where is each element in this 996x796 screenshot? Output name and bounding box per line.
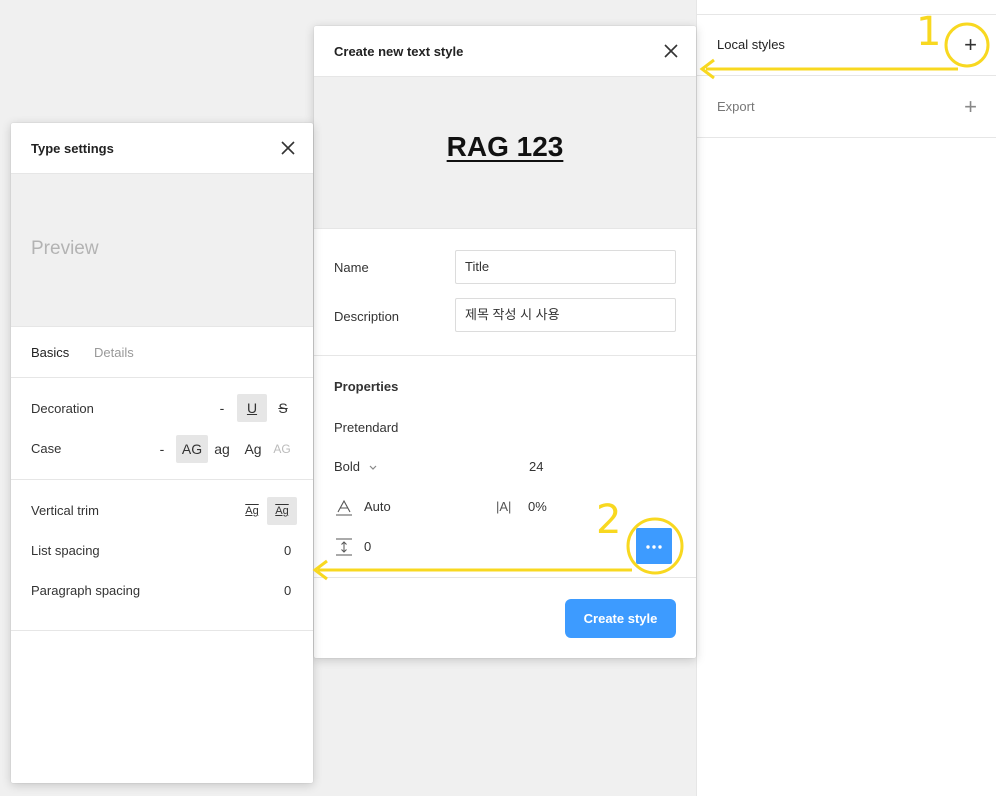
font-weight-value: Bold — [334, 459, 361, 474]
dialog-header: Type settings — [11, 123, 313, 174]
decoration-underline-option[interactable]: U — [237, 394, 267, 422]
paragraph-spacing-input[interactable]: 0 — [284, 583, 291, 598]
case-lowercase-option[interactable]: ag — [211, 435, 233, 463]
letter-spacing-icon: |A| — [496, 499, 512, 514]
description-row: Description 제목 작성 시 사용 — [334, 298, 676, 334]
annotation-step-2: 2 — [596, 497, 622, 543]
section-divider — [314, 355, 696, 356]
close-icon[interactable] — [662, 42, 680, 60]
description-input[interactable]: 제목 작성 시 사용 — [455, 298, 676, 332]
section-divider — [11, 479, 313, 480]
paragraph-spacing-input[interactable]: 0 — [364, 539, 371, 554]
dialog-header: Create new text style — [314, 26, 696, 77]
decoration-strikethrough-option[interactable]: S — [272, 394, 294, 422]
export-label: Export — [717, 99, 755, 114]
line-height-input[interactable]: Auto — [364, 499, 391, 514]
create-text-style-dialog: Create new text style RAG 123 Name Title… — [314, 26, 696, 658]
case-uppercase-option[interactable]: AG — [176, 435, 208, 463]
case-label: Case — [31, 441, 62, 456]
close-icon[interactable] — [279, 139, 297, 157]
create-style-button[interactable]: Create style — [565, 599, 676, 638]
section-divider — [11, 630, 313, 631]
list-spacing-label: List spacing — [31, 543, 100, 558]
font-size-input[interactable]: 24 — [529, 459, 543, 474]
chevron-down-icon — [369, 465, 377, 470]
decoration-label: Decoration — [31, 401, 94, 416]
more-icon — [646, 544, 662, 549]
annotation-step-1: 1 — [916, 9, 942, 55]
add-local-style-icon[interactable]: + — [964, 14, 977, 76]
tab-basics[interactable]: Basics — [31, 345, 69, 360]
type-settings-dialog: Type settings Preview Basics Details Dec… — [11, 123, 313, 783]
paragraph-spacing-icon — [334, 537, 354, 557]
preview-text: RAG 123 — [446, 131, 564, 162]
paragraph-spacing-label: Paragraph spacing — [31, 583, 141, 598]
name-row: Name Title — [334, 250, 676, 286]
right-properties-panel: Local styles + Export + — [696, 0, 996, 796]
letter-spacing-input[interactable]: 0% — [528, 499, 547, 514]
description-label: Description — [334, 309, 400, 324]
case-small-caps-option[interactable]: AG — [270, 435, 294, 463]
name-label: Name — [334, 260, 369, 275]
vertical-trim-label: Vertical trim — [31, 503, 99, 518]
line-height-icon — [334, 498, 354, 516]
case-none-option[interactable]: - — [154, 435, 170, 463]
dialog-title: Type settings — [31, 141, 114, 156]
add-export-icon[interactable]: + — [964, 76, 977, 138]
vertical-trim-standard-option[interactable]: Ag — [241, 497, 263, 525]
properties-heading: Properties — [334, 379, 399, 394]
preview-placeholder: Preview — [31, 238, 99, 259]
name-input[interactable]: Title — [455, 250, 676, 284]
font-family-select[interactable]: Pretendard — [334, 420, 398, 435]
local-styles-row: Local styles + — [697, 14, 996, 76]
list-spacing-input[interactable]: 0 — [284, 543, 291, 558]
local-styles-label: Local styles — [717, 37, 785, 52]
vertical-trim-cap-height-option[interactable]: Ag — [267, 497, 297, 525]
section-divider — [11, 377, 313, 378]
dialog-title: Create new text style — [334, 44, 464, 59]
more-options-button[interactable] — [636, 528, 672, 564]
tab-details[interactable]: Details — [94, 345, 134, 360]
section-divider — [314, 577, 696, 578]
font-weight-select[interactable]: Bold — [334, 459, 378, 474]
style-preview: RAG 123 — [314, 77, 696, 229]
type-preview: Preview — [11, 174, 313, 327]
export-row: Export + — [697, 76, 996, 138]
decoration-none-option[interactable]: - — [213, 394, 231, 422]
case-title-option[interactable]: Ag — [240, 435, 266, 463]
